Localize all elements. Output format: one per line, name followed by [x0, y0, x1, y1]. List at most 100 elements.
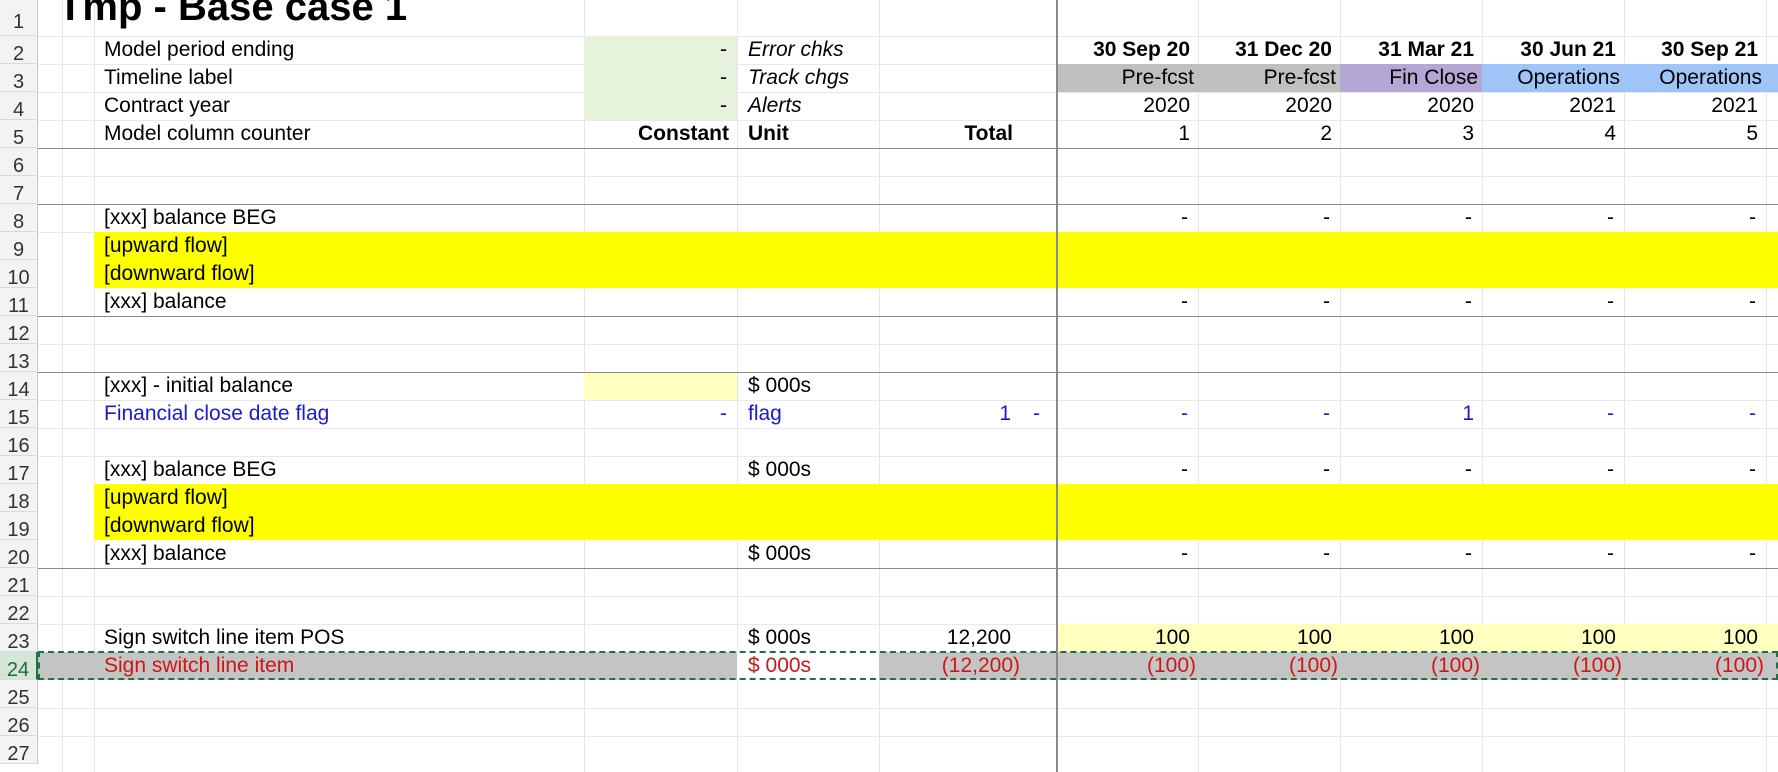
row-header[interactable]: 9: [0, 232, 38, 261]
row-header[interactable]: 4: [0, 92, 38, 121]
value-cell[interactable]: -: [1482, 456, 1614, 484]
unit-cell[interactable]: $ 000s: [748, 540, 811, 568]
row-label[interactable]: Sign switch line item POS: [104, 624, 344, 652]
row-label[interactable]: Financial close date flag: [104, 400, 329, 428]
period-date[interactable]: 30 Jun 21: [1482, 36, 1616, 64]
value-cell[interactable]: -: [1482, 288, 1614, 316]
timeline-label[interactable]: Operations: [1482, 64, 1620, 92]
value-cell[interactable]: -: [1198, 540, 1330, 568]
row-header[interactable]: 19: [0, 512, 38, 541]
row-header[interactable]: 7: [0, 176, 38, 205]
value-cell[interactable]: -: [1624, 540, 1756, 568]
column-counter[interactable]: 2: [1198, 120, 1332, 148]
value-cell[interactable]: 100: [1482, 624, 1616, 652]
row-header[interactable]: 26: [0, 708, 38, 737]
track-changes-label[interactable]: Track chgs: [748, 64, 849, 92]
value-cell[interactable]: -: [1198, 400, 1330, 428]
constant-cell[interactable]: -: [584, 36, 727, 64]
row-header[interactable]: 10: [0, 260, 38, 289]
value-cell[interactable]: -: [1482, 400, 1614, 428]
row-label[interactable]: Timeline label: [104, 64, 233, 92]
row-header[interactable]: 1: [0, 0, 38, 36]
row-label[interactable]: Model column counter: [104, 120, 311, 148]
row-header-selected[interactable]: 24: [0, 652, 38, 681]
value-cell[interactable]: -: [1340, 204, 1472, 232]
value-cell[interactable]: (100): [1198, 652, 1338, 680]
constant-cell[interactable]: -: [584, 64, 727, 92]
value-cell[interactable]: -: [1056, 540, 1188, 568]
row-header[interactable]: 6: [0, 148, 38, 177]
value-cell[interactable]: -: [1198, 204, 1330, 232]
row-label[interactable]: [xxx] balance BEG: [104, 204, 277, 232]
row-label[interactable]: [downward flow]: [104, 512, 255, 540]
value-cell[interactable]: 100: [1198, 624, 1332, 652]
value-cell[interactable]: 100: [1340, 624, 1474, 652]
unit-cell[interactable]: $ 000s: [748, 652, 811, 680]
row-label[interactable]: [xxx] - initial balance: [104, 372, 293, 400]
contract-year[interactable]: 2021: [1624, 92, 1758, 120]
row-label[interactable]: [xxx] balance: [104, 540, 227, 568]
timeline-label[interactable]: Pre-fcst: [1198, 64, 1336, 92]
period-date[interactable]: 31 Mar 21: [1340, 36, 1474, 64]
value-cell[interactable]: 100: [1624, 624, 1758, 652]
row-label[interactable]: [xxx] balance: [104, 288, 227, 316]
row-header[interactable]: 15: [0, 400, 38, 429]
contract-year[interactable]: 2020: [1056, 92, 1190, 120]
row-label[interactable]: Contract year: [104, 92, 230, 120]
value-cell[interactable]: -: [1624, 288, 1756, 316]
row-label[interactable]: [upward flow]: [104, 232, 228, 260]
constant-cell[interactable]: -: [584, 400, 727, 428]
row-label[interactable]: [upward flow]: [104, 484, 228, 512]
error-checks-label[interactable]: Error chks: [748, 36, 844, 64]
value-cell[interactable]: -: [1056, 400, 1188, 428]
value-cell[interactable]: -: [1340, 288, 1472, 316]
value-cell[interactable]: 1: [1340, 400, 1474, 428]
value-cell[interactable]: -: [1624, 456, 1756, 484]
unit-header[interactable]: Unit: [748, 120, 789, 148]
column-counter[interactable]: 3: [1340, 120, 1474, 148]
contract-year[interactable]: 2021: [1482, 92, 1616, 120]
unit-cell[interactable]: $ 000s: [748, 456, 811, 484]
timeline-label[interactable]: Pre-fcst: [1056, 64, 1194, 92]
value-cell[interactable]: -: [1056, 204, 1188, 232]
spreadsheet-grid[interactable]: 1 Tmp - Base case 1 2 Model period endin…: [0, 0, 1778, 772]
row-label[interactable]: Model period ending: [104, 36, 294, 64]
contract-year[interactable]: 2020: [1198, 92, 1332, 120]
value-cell[interactable]: -: [1340, 456, 1472, 484]
row-header[interactable]: 13: [0, 344, 38, 373]
value-cell[interactable]: -: [1340, 540, 1472, 568]
period-date[interactable]: 31 Dec 20: [1198, 36, 1332, 64]
row-header[interactable]: 21: [0, 568, 38, 597]
row-label[interactable]: Sign switch line item: [104, 652, 294, 680]
total-cell[interactable]: 1: [879, 400, 1011, 428]
unit-cell[interactable]: flag: [748, 400, 782, 428]
column-counter[interactable]: 4: [1482, 120, 1616, 148]
row-header[interactable]: 8: [0, 204, 38, 233]
value-cell[interactable]: -: [1624, 400, 1756, 428]
row-header[interactable]: 17: [0, 456, 38, 485]
row-header[interactable]: 22: [0, 596, 38, 625]
constant-cell[interactable]: -: [584, 92, 727, 120]
contract-year[interactable]: 2020: [1340, 92, 1474, 120]
row-header[interactable]: 25: [0, 680, 38, 709]
unit-cell[interactable]: $ 000s: [748, 372, 811, 400]
value-cell[interactable]: (100): [1624, 652, 1764, 680]
period-date[interactable]: 30 Sep 20: [1056, 36, 1190, 64]
column-counter[interactable]: 5: [1624, 120, 1758, 148]
total-cell[interactable]: 12,200: [879, 624, 1011, 652]
row-header[interactable]: 5: [0, 120, 38, 149]
timeline-label[interactable]: Operations: [1624, 64, 1762, 92]
unit-cell[interactable]: $ 000s: [748, 624, 811, 652]
value-cell[interactable]: (100): [1340, 652, 1480, 680]
value-cell[interactable]: -: [1056, 456, 1188, 484]
value-cell[interactable]: 100: [1056, 624, 1190, 652]
column-counter[interactable]: 1: [1056, 120, 1190, 148]
row-header[interactable]: 2: [0, 36, 38, 65]
value-cell[interactable]: -: [1482, 204, 1614, 232]
period-date[interactable]: 30 Sep 21: [1624, 36, 1758, 64]
value-cell[interactable]: -: [1624, 204, 1756, 232]
row-header[interactable]: 11: [0, 288, 38, 317]
row-header[interactable]: 23: [0, 624, 38, 653]
row-header[interactable]: 3: [0, 64, 38, 93]
alerts-label[interactable]: Alerts: [748, 92, 802, 120]
